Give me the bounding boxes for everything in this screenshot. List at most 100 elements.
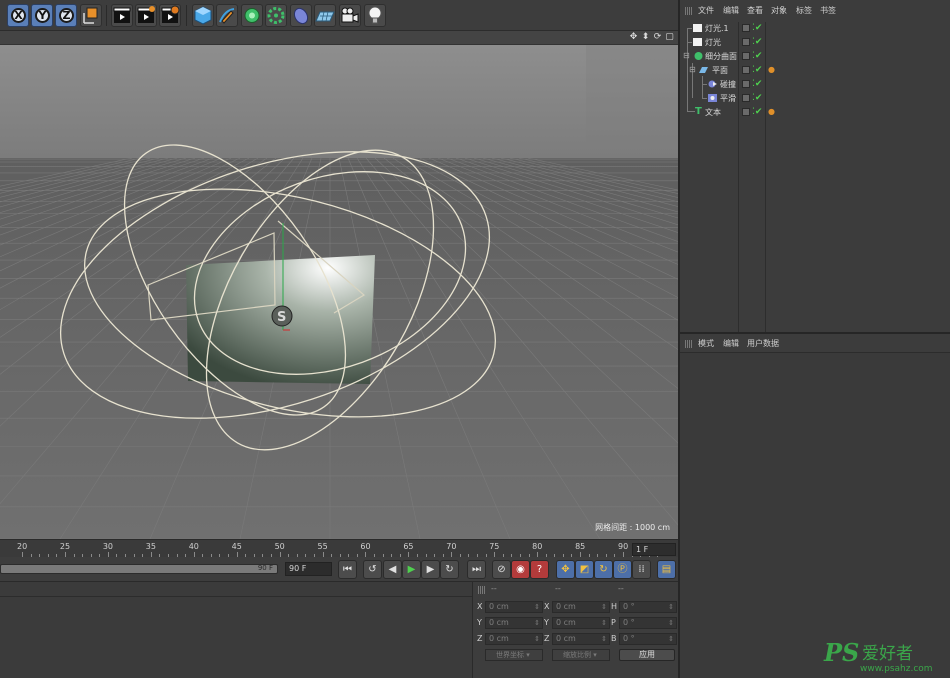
- tag-icon[interactable]: ●: [768, 65, 775, 74]
- deformer-button[interactable]: [290, 4, 312, 27]
- spinner-icon[interactable]: ⇕: [534, 602, 540, 612]
- pen-button[interactable]: [216, 4, 238, 27]
- point-level-button[interactable]: ⁞⁞: [632, 560, 651, 579]
- object-row-smoothing[interactable]: 平滑 ⁚✔: [680, 92, 950, 105]
- record-keyframes-button[interactable]: ⊘: [492, 560, 511, 579]
- timeline-window-button[interactable]: ▤: [657, 560, 676, 579]
- menu-view[interactable]: 查看: [747, 5, 763, 16]
- spinner-icon[interactable]: ⇕: [668, 634, 674, 644]
- spinner-icon[interactable]: ⇕: [601, 634, 607, 644]
- maximize-view-icon[interactable]: ▢: [665, 32, 674, 42]
- scale-mode-dropdown[interactable]: 缩放比例 ▾: [552, 649, 610, 661]
- menu-user-data[interactable]: 用户数据: [747, 338, 779, 349]
- spinner-icon[interactable]: ⇕: [668, 618, 674, 628]
- previous-frame-button[interactable]: ◀: [383, 560, 402, 579]
- next-key-button[interactable]: ↻: [440, 560, 459, 579]
- axis-y-button[interactable]: Y: [31, 4, 53, 27]
- spinner-icon[interactable]: ⇕: [668, 602, 674, 612]
- size-z-field[interactable]: 0 cm ⇕: [552, 633, 610, 645]
- panel-grip-icon[interactable]: [685, 340, 692, 348]
- object-row-light[interactable]: 灯光 ⁚✔: [680, 36, 950, 49]
- layer-flag[interactable]: [742, 38, 750, 46]
- size-y-field[interactable]: 0 cm ⇕: [552, 617, 610, 629]
- generator-icon: [267, 7, 285, 24]
- check-icon[interactable]: ⁚✔: [752, 22, 762, 34]
- spinner-icon[interactable]: ⇕: [601, 602, 607, 612]
- layer-flag[interactable]: [742, 80, 750, 88]
- spinner-icon[interactable]: ⇕: [534, 634, 540, 644]
- collapse-toggle-icon[interactable]: ⊟: [683, 51, 690, 60]
- generator-button[interactable]: [265, 4, 287, 27]
- layer-flag[interactable]: [742, 66, 750, 74]
- light-button[interactable]: [364, 4, 386, 27]
- object-row-text[interactable]: T 文本 ⁚✔ ●: [680, 106, 950, 119]
- rotation-key-button[interactable]: ↻: [594, 560, 613, 579]
- perspective-viewport[interactable]: ✥ ⬍ ⟳ ▢ S 网格间距: 1000 cm: [0, 31, 678, 539]
- check-icon[interactable]: ⁚✔: [752, 92, 762, 104]
- check-icon[interactable]: ⁚✔: [752, 106, 762, 118]
- collapse-toggle-icon[interactable]: ⊟: [689, 65, 696, 74]
- rotate-view-icon[interactable]: ⟳: [653, 32, 662, 42]
- panel-grip-icon[interactable]: [685, 7, 692, 15]
- current-frame-field[interactable]: 1 F: [632, 543, 676, 556]
- layer-flag[interactable]: [742, 52, 750, 60]
- axis-z-button[interactable]: Z: [55, 4, 77, 27]
- timeline-ruler[interactable]: 20 25 30 35 40 45 50 55 60 65 70 75 80 85 90 1 F: [0, 539, 678, 557]
- coordinate-system-button[interactable]: [80, 4, 102, 27]
- spinner-icon[interactable]: ⇕: [601, 618, 607, 628]
- rot-b-field[interactable]: 0 ° ⇕: [619, 633, 677, 645]
- layer-flag[interactable]: [742, 94, 750, 102]
- check-icon[interactable]: ⁚✔: [752, 50, 762, 62]
- camera-button[interactable]: [339, 4, 361, 27]
- end-frame-field[interactable]: 90 F: [285, 562, 332, 576]
- menu-edit[interactable]: 编辑: [723, 338, 739, 349]
- parameter-key-button[interactable]: Ⓟ: [613, 560, 632, 579]
- axis-x-button[interactable]: X: [7, 4, 29, 27]
- render-view-button[interactable]: [111, 4, 133, 27]
- render-settings-button[interactable]: [159, 4, 181, 27]
- pos-x-field[interactable]: 0 cm ⇕: [485, 601, 543, 613]
- menu-mode[interactable]: 模式: [698, 338, 714, 349]
- rot-p-field[interactable]: 0 ° ⇕: [619, 617, 677, 629]
- pos-y-field[interactable]: 0 cm ⇕: [485, 617, 543, 629]
- apply-button[interactable]: 应用: [619, 649, 675, 661]
- go-to-start-button[interactable]: ⏮: [338, 560, 357, 579]
- object-row-light1[interactable]: 灯光.1 ⁚✔: [680, 22, 950, 35]
- panel-grip-icon[interactable]: [478, 586, 485, 594]
- scale-key-button[interactable]: ◩: [575, 560, 594, 579]
- menu-objects[interactable]: 对象: [771, 5, 787, 16]
- play-button[interactable]: ▶: [402, 560, 421, 579]
- check-icon[interactable]: ⁚✔: [752, 36, 762, 48]
- size-x-field[interactable]: 0 cm ⇕: [552, 601, 610, 613]
- layer-flag[interactable]: [742, 108, 750, 116]
- position-key-button[interactable]: ✥: [556, 560, 575, 579]
- render-picture-viewer-button[interactable]: [135, 4, 157, 27]
- previous-key-button[interactable]: ↺: [363, 560, 382, 579]
- subdivision-button[interactable]: [241, 4, 263, 27]
- coord-mode-dropdown[interactable]: 世界坐标 ▾: [485, 649, 543, 661]
- pos-z-field[interactable]: 0 cm ⇕: [485, 633, 543, 645]
- frame-range-slider[interactable]: 90 F: [0, 564, 278, 574]
- cube-button[interactable]: [192, 4, 214, 27]
- rot-h-field[interactable]: 0 ° ⇕: [619, 601, 677, 613]
- go-to-end-button[interactable]: ⏭: [467, 560, 486, 579]
- menu-file[interactable]: 文件: [698, 5, 714, 16]
- check-icon[interactable]: ⁚✔: [752, 78, 762, 90]
- floor-button[interactable]: [314, 4, 336, 27]
- check-icon[interactable]: ⁚✔: [752, 64, 762, 76]
- autokey-button[interactable]: ◉: [511, 560, 530, 579]
- tag-icon[interactable]: ●: [768, 107, 775, 116]
- object-row-subdivision[interactable]: ⊟ 细分曲面 ⁚✔: [680, 50, 950, 63]
- next-frame-button[interactable]: ▶: [421, 560, 440, 579]
- dolly-view-icon[interactable]: ⬍: [641, 32, 650, 42]
- layer-flag[interactable]: [742, 24, 750, 32]
- spinner-icon[interactable]: ⇕: [534, 618, 540, 628]
- menu-bookmarks[interactable]: 书签: [820, 5, 836, 16]
- object-row-plane[interactable]: ⊟ 平面 ⁚✔ ●: [680, 64, 950, 77]
- menu-tags[interactable]: 标签: [796, 5, 812, 16]
- material-manager[interactable]: [0, 582, 472, 678]
- keyframe-selection-button[interactable]: ?: [530, 560, 549, 579]
- move-view-icon[interactable]: ✥: [629, 32, 638, 42]
- object-row-collision[interactable]: 碰撞 ⁚✔: [680, 78, 950, 91]
- menu-edit[interactable]: 编辑: [723, 5, 739, 16]
